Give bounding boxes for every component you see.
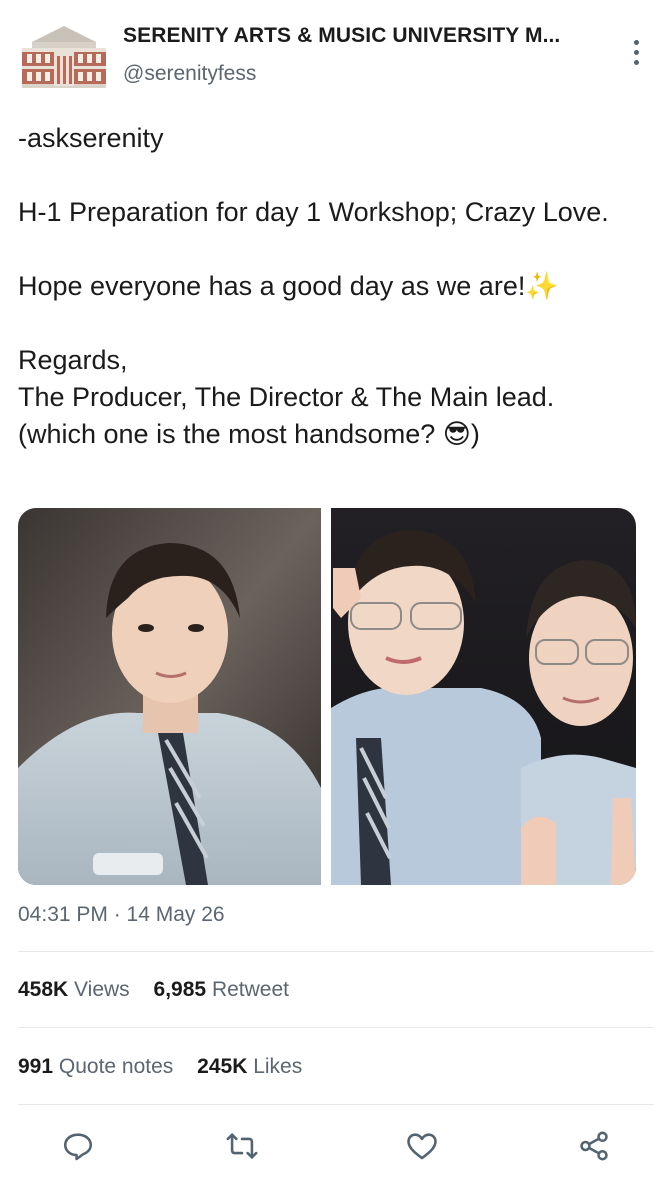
retweet-count: 6,985 — [153, 978, 207, 1001]
tweet-media — [18, 508, 636, 885]
tweet-line: -askserenity — [18, 123, 164, 153]
tweet-text: -askserenity H-1 Preparation for day 1 W… — [18, 120, 654, 453]
divider — [18, 1027, 654, 1028]
likes-count: 245K — [197, 1055, 248, 1078]
avatar[interactable] — [18, 22, 110, 94]
share-icon[interactable] — [574, 1126, 614, 1166]
like-icon[interactable] — [402, 1126, 442, 1166]
tweet-line: Hope everyone has a good day as we are!✨ — [18, 271, 559, 301]
divider — [18, 951, 654, 952]
likes-label: Likes — [253, 1055, 303, 1078]
university-building-icon — [18, 22, 110, 94]
account-name[interactable]: SERENITY ARTS & MUSIC UNIVERSITY M... — [123, 24, 613, 48]
quote-count: 991 — [18, 1055, 54, 1078]
more-icon[interactable] — [624, 32, 648, 72]
stats-row-2: 991 Quote notes 245K Likes — [18, 1055, 320, 1079]
retweet-stat[interactable]: 6,985 Retweet — [154, 978, 289, 1001]
views-count: 458K — [18, 978, 69, 1001]
tweet-line: H-1 Preparation for day 1 Workshop; Craz… — [18, 197, 609, 227]
tweet-line: Regards, — [18, 345, 128, 375]
photo-1[interactable] — [18, 508, 321, 885]
action-bar — [0, 1120, 672, 1180]
tweet-line: (which one is the most handsome? 😎) — [18, 419, 480, 449]
views-label: Views — [74, 978, 130, 1001]
tweet-detail-page: SERENITY ARTS & MUSIC UNIVERSITY M... @s… — [0, 0, 672, 1200]
views-stat[interactable]: 458K Views — [18, 978, 136, 1001]
tweet-header: SERENITY ARTS & MUSIC UNIVERSITY M... @s… — [18, 22, 654, 102]
retweet-icon[interactable] — [222, 1126, 262, 1166]
divider — [18, 1104, 654, 1105]
quote-label: Quote notes — [58, 1055, 174, 1078]
photo-2[interactable] — [331, 508, 636, 885]
stats-row-1: 458K Views 6,985 Retweet — [18, 978, 307, 1002]
likes-stat[interactable]: 245K Likes — [197, 1055, 302, 1078]
retweet-label: Retweet — [211, 978, 289, 1001]
tweet-timestamp[interactable]: 04:31 PM · 14 May 26 — [18, 903, 225, 927]
account-handle[interactable]: @serenityfess — [123, 62, 256, 86]
quote-stat[interactable]: 991 Quote notes — [18, 1055, 179, 1078]
tweet-line: The Producer, The Director & The Main le… — [18, 382, 555, 412]
reply-icon[interactable] — [58, 1126, 98, 1166]
